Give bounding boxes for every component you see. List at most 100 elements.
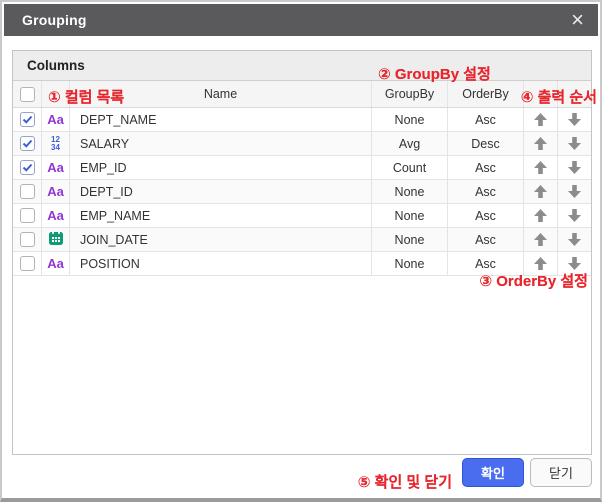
row-name-cell: POSITION	[70, 252, 372, 275]
text-type-icon: Aa	[47, 208, 64, 223]
type-header-cell	[42, 81, 70, 107]
row-moveup-cell	[524, 108, 558, 131]
footer-bar: 확인 닫기	[4, 450, 598, 494]
select-all-cell	[13, 81, 42, 107]
row-orderby-cell[interactable]: Desc	[448, 132, 524, 155]
moveup-header-cell	[524, 81, 558, 107]
row-name-cell: DEPT_ID	[70, 180, 372, 203]
table-row: JOIN_DATENoneAsc	[13, 228, 591, 252]
row-orderby-cell[interactable]: Asc	[448, 108, 524, 131]
move-down-icon[interactable]	[558, 156, 591, 179]
move-up-icon[interactable]	[524, 204, 557, 227]
move-down-icon[interactable]	[558, 180, 591, 203]
row-orderby-cell[interactable]: Asc	[448, 204, 524, 227]
name-header-cell[interactable]: Name	[70, 81, 372, 107]
move-down-icon[interactable]	[558, 228, 591, 251]
number-type-icon: 1234	[51, 136, 60, 151]
close-button[interactable]: 닫기	[530, 458, 592, 487]
text-type-icon: Aa	[47, 256, 64, 271]
title-bar: Grouping ×	[4, 4, 598, 36]
calendar-icon	[48, 230, 64, 249]
movedown-header-cell	[558, 81, 591, 107]
row-checkbox[interactable]	[20, 160, 35, 175]
row-groupby-cell[interactable]: None	[372, 108, 448, 131]
row-checkbox[interactable]	[20, 256, 35, 271]
table-row: Aa POSITIONNoneAsc	[13, 252, 591, 276]
row-checkbox[interactable]	[20, 208, 35, 223]
row-groupby-cell[interactable]: None	[372, 204, 448, 227]
row-groupby-cell[interactable]: None	[372, 228, 448, 251]
name-header-label: Name	[204, 87, 237, 101]
panel-header-label: Columns	[27, 58, 85, 73]
row-movedown-cell	[558, 204, 591, 227]
row-movedown-cell	[558, 252, 591, 275]
orderby-header-label: OrderBy	[462, 87, 509, 101]
row-check-cell	[13, 252, 42, 275]
row-movedown-cell	[558, 228, 591, 251]
row-movedown-cell	[558, 180, 591, 203]
row-moveup-cell	[524, 204, 558, 227]
row-moveup-cell	[524, 132, 558, 155]
move-up-icon[interactable]	[524, 228, 557, 251]
close-icon[interactable]: ×	[571, 9, 584, 31]
row-movedown-cell	[558, 108, 591, 131]
table-row: Aa DEPT_NAMENoneAsc	[13, 108, 591, 132]
row-orderby-cell[interactable]: Asc	[448, 228, 524, 251]
row-moveup-cell	[524, 252, 558, 275]
row-movedown-cell	[558, 156, 591, 179]
row-type-cell: Aa	[42, 108, 70, 131]
row-check-cell	[13, 156, 42, 179]
row-check-cell	[13, 228, 42, 251]
row-groupby-cell[interactable]: None	[372, 180, 448, 203]
row-moveup-cell	[524, 156, 558, 179]
row-type-cell: 1234	[42, 132, 70, 155]
row-orderby-cell[interactable]: Asc	[448, 156, 524, 179]
row-orderby-cell[interactable]: Asc	[448, 252, 524, 275]
grid-header-row: Name GroupBy OrderBy	[13, 81, 591, 108]
row-name-cell: EMP_NAME	[70, 204, 372, 227]
table-row: 1234 SALARYAvgDesc	[13, 132, 591, 156]
row-check-cell	[13, 180, 42, 203]
groupby-header-cell[interactable]: GroupBy	[372, 81, 448, 107]
move-up-icon[interactable]	[524, 252, 557, 275]
row-check-cell	[13, 204, 42, 227]
text-type-icon: Aa	[47, 112, 64, 127]
row-movedown-cell	[558, 132, 591, 155]
ok-button[interactable]: 확인	[462, 458, 524, 487]
row-check-cell	[13, 132, 42, 155]
text-type-icon: Aa	[47, 184, 64, 199]
table-row: Aa EMP_IDCountAsc	[13, 156, 591, 180]
row-name-cell: JOIN_DATE	[70, 228, 372, 251]
row-checkbox[interactable]	[20, 112, 35, 127]
move-down-icon[interactable]	[558, 204, 591, 227]
move-up-icon[interactable]	[524, 156, 557, 179]
row-groupby-cell[interactable]: Count	[372, 156, 448, 179]
row-orderby-cell[interactable]: Asc	[448, 180, 524, 203]
row-name-cell: DEPT_NAME	[70, 108, 372, 131]
select-all-checkbox[interactable]	[20, 87, 35, 102]
move-up-icon[interactable]	[524, 132, 557, 155]
row-moveup-cell	[524, 228, 558, 251]
move-down-icon[interactable]	[558, 132, 591, 155]
row-checkbox[interactable]	[20, 136, 35, 151]
row-groupby-cell[interactable]: None	[372, 252, 448, 275]
text-type-icon: Aa	[47, 160, 64, 175]
row-type-cell	[42, 228, 70, 251]
panel-header: Columns	[13, 51, 591, 81]
move-up-icon[interactable]	[524, 108, 557, 131]
move-up-icon[interactable]	[524, 180, 557, 203]
dialog-title: Grouping	[4, 12, 87, 28]
columns-grid: Name GroupBy OrderBy AaDEPT_NAMENoneAsc1…	[13, 81, 591, 276]
move-down-icon[interactable]	[558, 252, 591, 275]
table-row: Aa EMP_NAMENoneAsc	[13, 204, 591, 228]
grouping-dialog: Grouping × Columns Name GroupBy OrderBy	[0, 0, 602, 502]
row-checkbox[interactable]	[20, 232, 35, 247]
row-type-cell: Aa	[42, 156, 70, 179]
move-down-icon[interactable]	[558, 108, 591, 131]
row-name-cell: SALARY	[70, 132, 372, 155]
row-type-cell: Aa	[42, 180, 70, 203]
orderby-header-cell[interactable]: OrderBy	[448, 81, 524, 107]
row-checkbox[interactable]	[20, 184, 35, 199]
row-name-cell: EMP_ID	[70, 156, 372, 179]
row-groupby-cell[interactable]: Avg	[372, 132, 448, 155]
